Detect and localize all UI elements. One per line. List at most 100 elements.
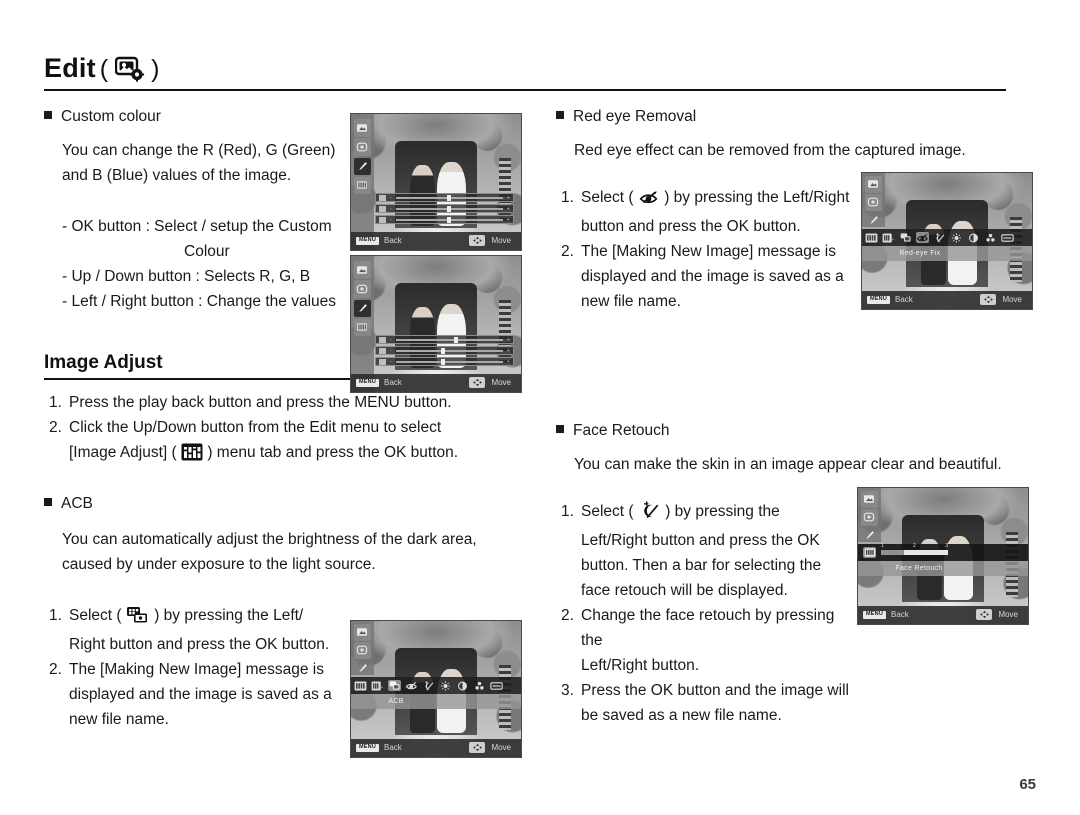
page-number: 65: [1019, 776, 1036, 793]
resize-icon[interactable]: [860, 491, 879, 508]
acb-icon[interactable]: [899, 232, 912, 243]
four-way-icon[interactable]: [469, 235, 486, 247]
four-way-icon[interactable]: [469, 742, 486, 754]
face-retouch-heading-text: Face Retouch: [573, 422, 670, 439]
menu-button[interactable]: MENU: [867, 296, 890, 304]
move-label: Move: [491, 236, 511, 246]
edit-mode-bar[interactable]: +: [862, 228, 1032, 247]
slider-row-g[interactable]: - +: [374, 204, 515, 214]
image-adjust-icon[interactable]: [863, 547, 876, 559]
menu-button[interactable]: MENU: [356, 237, 379, 245]
sun-icon[interactable]: [950, 232, 963, 243]
rotate-icon[interactable]: [353, 642, 372, 659]
menu-button[interactable]: MENU: [356, 744, 379, 752]
four-way-icon[interactable]: [469, 377, 486, 389]
slider-tag: [378, 336, 386, 343]
brush-icon[interactable]: [354, 660, 371, 676]
step-continuation: button. Then a bar for selecting the: [581, 557, 822, 574]
rotate-icon[interactable]: [353, 138, 372, 157]
contrast-icon[interactable]: [456, 680, 469, 691]
menu-button[interactable]: MENU: [863, 611, 886, 619]
image-adjust-icon[interactable]: [353, 318, 372, 337]
resize-icon[interactable]: [353, 624, 372, 641]
rgb-sliders[interactable]: - + - + - +: [374, 335, 515, 367]
step-continuation: Left/Right button.: [581, 657, 700, 674]
edit-photo-gear-icon: [114, 56, 145, 82]
image-adjust-icon[interactable]: [865, 232, 878, 243]
image-adjust-icon[interactable]: [354, 680, 367, 691]
step-item: 1. Press the play back button and press …: [49, 394, 452, 411]
retouch-level-ticks: 1 2 3: [881, 543, 948, 549]
brightness-icon[interactable]: +: [882, 232, 895, 243]
contrast-icon[interactable]: [967, 232, 980, 243]
saturation-icon[interactable]: [984, 232, 997, 243]
sun-icon[interactable]: [439, 680, 452, 691]
slider-max: +: [506, 216, 510, 223]
lcd-bottom-bar: MENU Back Move: [351, 231, 521, 250]
step-item: 1. Select ( ) by pressing the Left/Right: [561, 185, 856, 214]
noise-icon[interactable]: [1001, 232, 1014, 243]
slider-knob[interactable]: [440, 347, 445, 354]
slider-track[interactable]: [395, 194, 504, 201]
face-retouch-heading: Face Retouch: [556, 422, 1036, 440]
slider-knob[interactable]: [440, 358, 445, 365]
brush-icon[interactable]: [865, 212, 882, 228]
rotate-icon[interactable]: [860, 509, 879, 526]
move-label: Move: [1002, 295, 1022, 305]
slider-row-r[interactable]: - +: [374, 193, 515, 203]
slider-min: -: [389, 194, 392, 201]
image-adjust-icon: [181, 443, 203, 469]
image-adjust-icon[interactable]: [353, 176, 372, 195]
slider-track[interactable]: [395, 358, 504, 365]
lcd-scene: [351, 114, 521, 250]
slider-row-g[interactable]: - +: [374, 346, 515, 356]
rotate-icon[interactable]: [353, 280, 372, 299]
slider-tag: [378, 358, 386, 365]
slider-knob[interactable]: [447, 205, 452, 212]
slider-track[interactable]: [395, 205, 504, 212]
red-eye-icon[interactable]: [405, 680, 418, 691]
retouch-scale-bar[interactable]: 1 2 3: [858, 543, 1028, 562]
slider-row-b[interactable]: - +: [374, 357, 515, 367]
face-retouch-icon[interactable]: [933, 232, 946, 243]
slider-track[interactable]: [395, 336, 504, 343]
slider-row-b[interactable]: - +: [374, 215, 515, 225]
brush-icon[interactable]: [353, 299, 372, 318]
slider-max: +: [506, 205, 510, 212]
custom-colour-screen-2: - + - + - + MENU Back Move: [350, 255, 522, 393]
face-retouch-icon[interactable]: [422, 680, 435, 691]
rgb-sliders[interactable]: - + - + - +: [374, 193, 515, 225]
menu-button[interactable]: MENU: [356, 379, 379, 387]
step-continuation: [Image Adjust] () menu tab and press th…: [49, 440, 534, 469]
saturation-icon[interactable]: [473, 680, 486, 691]
acb-icon[interactable]: [388, 680, 401, 692]
brush-icon[interactable]: [861, 527, 878, 543]
edit-mode-bar[interactable]: +: [351, 676, 521, 695]
svg-text:+: +: [381, 685, 384, 690]
step-continuation: face retouch will be displayed.: [581, 582, 788, 599]
red-eye-icon[interactable]: [916, 232, 929, 244]
brightness-icon[interactable]: +: [371, 680, 384, 691]
resize-icon[interactable]: [353, 119, 372, 138]
slider-row-r[interactable]: - +: [374, 335, 515, 345]
slider-knob[interactable]: [447, 216, 452, 223]
four-way-icon[interactable]: [980, 294, 997, 306]
slider-track[interactable]: [395, 347, 504, 354]
retouch-level-track[interactable]: 1 2 3: [881, 543, 948, 556]
rotate-icon[interactable]: [864, 194, 883, 211]
four-way-icon[interactable]: [976, 609, 993, 621]
move-label: Move: [998, 610, 1018, 620]
step-continuation: new file name.: [581, 293, 681, 310]
resize-icon[interactable]: [864, 176, 883, 193]
brush-icon[interactable]: [353, 157, 372, 176]
page-header: Edit ( ): [44, 55, 1006, 91]
slider-knob[interactable]: [453, 336, 458, 343]
page-title: Edit: [44, 53, 96, 83]
lcd-bottom-bar: MENU Back Move: [862, 290, 1032, 309]
slider-knob[interactable]: [447, 194, 452, 201]
acb-description: You can automatically adjust the brightn…: [62, 531, 477, 573]
resize-icon[interactable]: [353, 261, 372, 280]
step-continuation: displayed and the image is saved as a: [581, 268, 844, 285]
slider-track[interactable]: [395, 216, 504, 223]
noise-icon[interactable]: [490, 680, 503, 691]
